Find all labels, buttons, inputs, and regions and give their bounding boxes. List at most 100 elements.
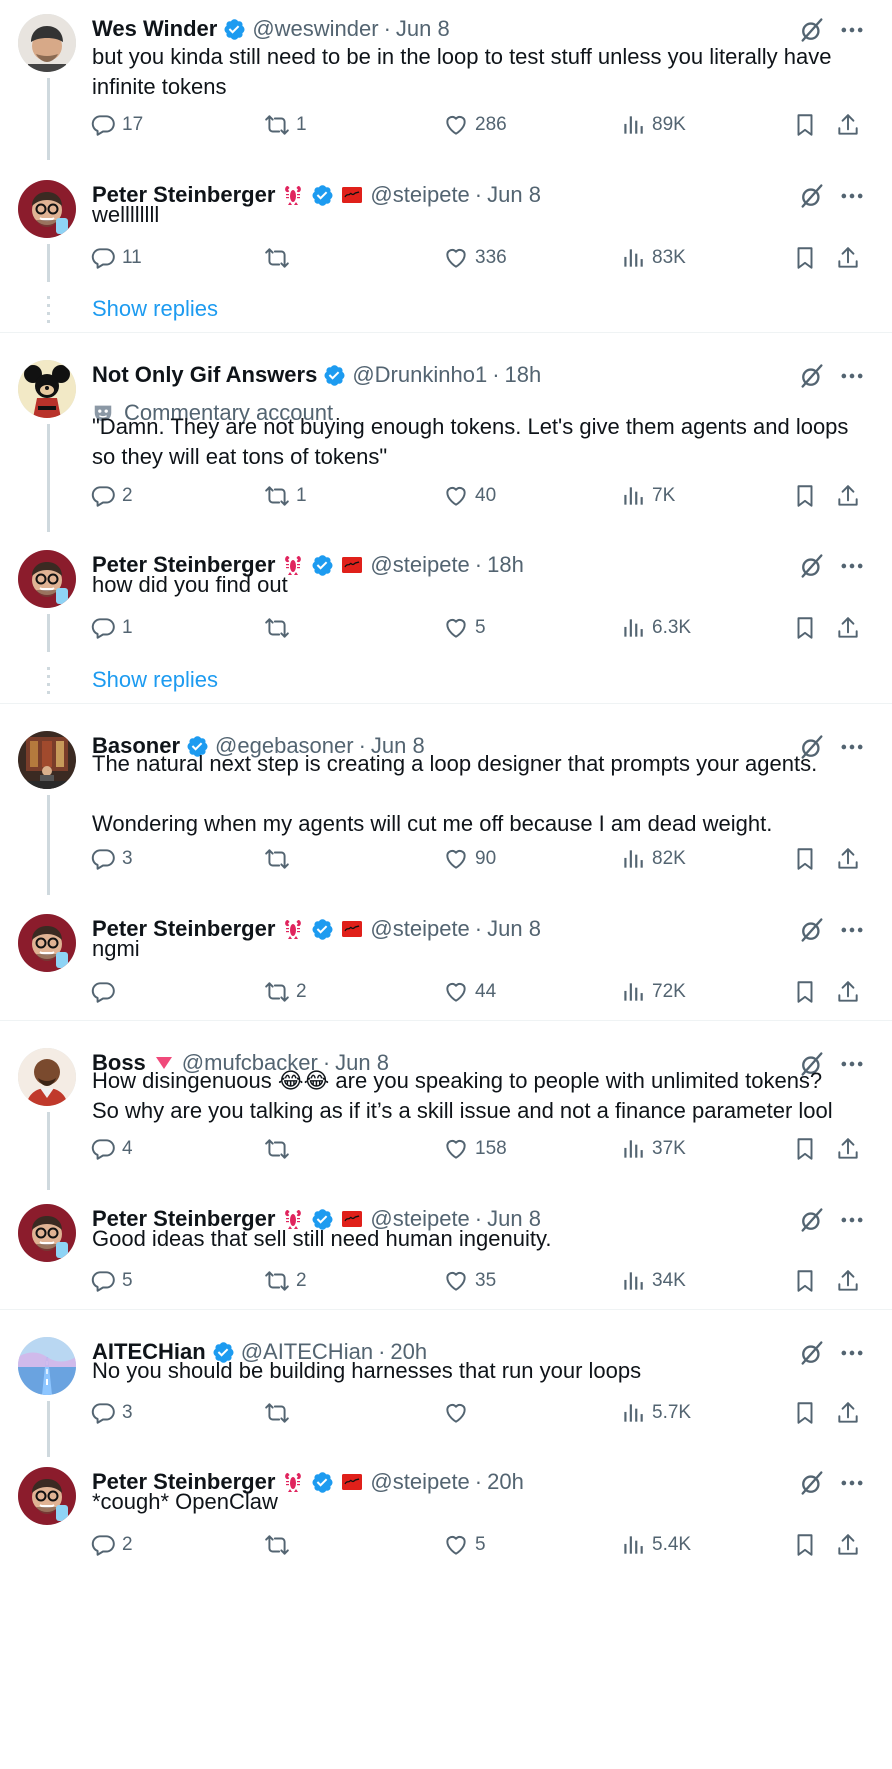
like-button[interactable]: 35 xyxy=(443,1266,496,1296)
tweet[interactable]: AITECHian @AITECHian · 20h No you should be … xyxy=(0,1323,892,1457)
grok-icon[interactable] xyxy=(798,362,826,390)
more-icon[interactable] xyxy=(838,362,866,390)
bookmark-button[interactable] xyxy=(792,977,818,1007)
avatar[interactable] xyxy=(18,1337,76,1395)
tweet[interactable]: Peter Steinberger @steipete · Jun 8 ngmi 2 44 7… xyxy=(0,900,892,1017)
share-icon xyxy=(835,1136,861,1162)
share-button[interactable] xyxy=(835,1266,861,1296)
avatar[interactable] xyxy=(18,550,76,608)
bookmark-button[interactable] xyxy=(792,1134,818,1164)
reply-button[interactable]: 11 xyxy=(90,243,142,273)
author-handle[interactable]: @Drunkinho1 xyxy=(352,362,487,388)
tweet[interactable]: Wes Winder @weswinder · Jun 8 but you kinda … xyxy=(0,0,892,160)
tweet[interactable]: Peter Steinberger @steipete · 18h how did yo… xyxy=(0,536,892,653)
views-button[interactable]: 5.4K xyxy=(620,1530,691,1560)
reply-icon xyxy=(90,979,122,1005)
bookmark-button[interactable] xyxy=(792,1266,818,1296)
action-bar: 2 5 5.4K xyxy=(90,1530,880,1560)
views-button[interactable]: 72K xyxy=(620,977,686,1007)
like-icon xyxy=(443,615,475,641)
share-button[interactable] xyxy=(835,110,861,140)
author-name[interactable]: Wes Winder xyxy=(92,16,217,42)
like-button[interactable]: 40 xyxy=(443,481,496,511)
like-button[interactable]: 90 xyxy=(443,844,496,874)
bookmark-button[interactable] xyxy=(792,481,818,511)
share-button[interactable] xyxy=(835,977,861,1007)
show-replies-link[interactable]: Show replies xyxy=(92,665,218,695)
avatar[interactable] xyxy=(18,1467,76,1525)
share-button[interactable] xyxy=(835,1398,861,1428)
like-button[interactable]: 158 xyxy=(443,1134,507,1164)
grok-icon[interactable] xyxy=(798,16,826,44)
reply-button[interactable]: 5 xyxy=(90,1266,133,1296)
bookmark-button[interactable] xyxy=(792,1530,818,1560)
reply-button[interactable] xyxy=(90,977,122,1007)
share-button[interactable] xyxy=(835,613,861,643)
reply-button[interactable]: 2 xyxy=(90,481,133,511)
reply-button[interactable]: 1 xyxy=(90,613,133,643)
repost-button[interactable] xyxy=(264,1398,296,1428)
timestamp[interactable]: 18h xyxy=(505,362,542,388)
views-button[interactable]: 89K xyxy=(620,110,686,140)
tweet[interactable]: Peter Steinberger @steipete · 20h *cough* Op… xyxy=(0,1453,892,1570)
avatar[interactable] xyxy=(18,1204,76,1262)
like-button[interactable]: 286 xyxy=(443,110,507,140)
repost-button[interactable] xyxy=(264,1530,296,1560)
avatar[interactable] xyxy=(18,360,76,418)
reply-button[interactable]: 3 xyxy=(90,1398,133,1428)
views-button[interactable]: 82K xyxy=(620,844,686,874)
avatar[interactable] xyxy=(18,1048,76,1106)
views-button[interactable]: 34K xyxy=(620,1266,686,1296)
more-icon[interactable] xyxy=(838,16,866,44)
views-button[interactable]: 83K xyxy=(620,243,686,273)
repost-button[interactable]: 2 xyxy=(264,977,307,1007)
repost-button[interactable] xyxy=(264,613,296,643)
share-button[interactable] xyxy=(835,1530,861,1560)
show-replies-link[interactable]: Show replies xyxy=(92,294,218,324)
repost-button[interactable] xyxy=(264,243,296,273)
tweet[interactable]: Boss @mufcbacker · Jun 8 How disingenuous 😂😂… xyxy=(0,1034,892,1190)
author-name[interactable]: Not Only Gif Answers xyxy=(92,362,317,388)
bookmark-button[interactable] xyxy=(792,1398,818,1428)
reply-button[interactable]: 2 xyxy=(90,1530,133,1560)
avatar[interactable] xyxy=(18,731,76,789)
share-button[interactable] xyxy=(835,243,861,273)
share-button[interactable] xyxy=(835,844,861,874)
author-handle[interactable]: @weswinder xyxy=(252,16,378,42)
like-button[interactable] xyxy=(443,1398,475,1428)
reply-count: 3 xyxy=(122,848,133,869)
views-button[interactable]: 37K xyxy=(620,1134,686,1164)
share-icon xyxy=(835,483,861,509)
tweet[interactable]: Basoner @egebasoner · Jun 8 The natural next… xyxy=(0,717,892,895)
avatar[interactable] xyxy=(18,14,76,72)
like-button[interactable]: 5 xyxy=(443,613,486,643)
reply-button[interactable]: 3 xyxy=(90,844,133,874)
bookmark-button[interactable] xyxy=(792,844,818,874)
avatar[interactable] xyxy=(18,914,76,972)
like-button[interactable]: 336 xyxy=(443,243,507,273)
bookmark-button[interactable] xyxy=(792,110,818,140)
tweet[interactable]: Peter Steinberger @steipete · Jun 8 wellllll… xyxy=(0,166,892,283)
repost-button[interactable] xyxy=(264,1134,296,1164)
timestamp[interactable]: Jun 8 xyxy=(396,16,450,42)
reply-button[interactable]: 17 xyxy=(90,110,143,140)
reply-count: 1 xyxy=(122,617,133,638)
repost-button[interactable]: 1 xyxy=(264,481,307,511)
repost-button[interactable]: 1 xyxy=(264,110,307,140)
like-button[interactable]: 44 xyxy=(443,977,496,1007)
reply-button[interactable]: 4 xyxy=(90,1134,133,1164)
share-button[interactable] xyxy=(835,481,861,511)
views-button[interactable]: 6.3K xyxy=(620,613,691,643)
conversation-feed: Wes Winder @weswinder · Jun 8 but you kinda … xyxy=(0,0,892,1769)
avatar[interactable] xyxy=(18,180,76,238)
tweet[interactable]: Not Only Gif Answers @Drunkinho1 · 18h Comme… xyxy=(0,346,892,532)
repost-button[interactable]: 2 xyxy=(264,1266,307,1296)
bookmark-button[interactable] xyxy=(792,243,818,273)
views-button[interactable]: 5.7K xyxy=(620,1398,691,1428)
bookmark-button[interactable] xyxy=(792,613,818,643)
tweet[interactable]: Peter Steinberger @steipete · Jun 8 Good ide… xyxy=(0,1190,892,1306)
share-button[interactable] xyxy=(835,1134,861,1164)
repost-button[interactable] xyxy=(264,844,296,874)
views-button[interactable]: 7K xyxy=(620,481,675,511)
like-button[interactable]: 5 xyxy=(443,1530,486,1560)
